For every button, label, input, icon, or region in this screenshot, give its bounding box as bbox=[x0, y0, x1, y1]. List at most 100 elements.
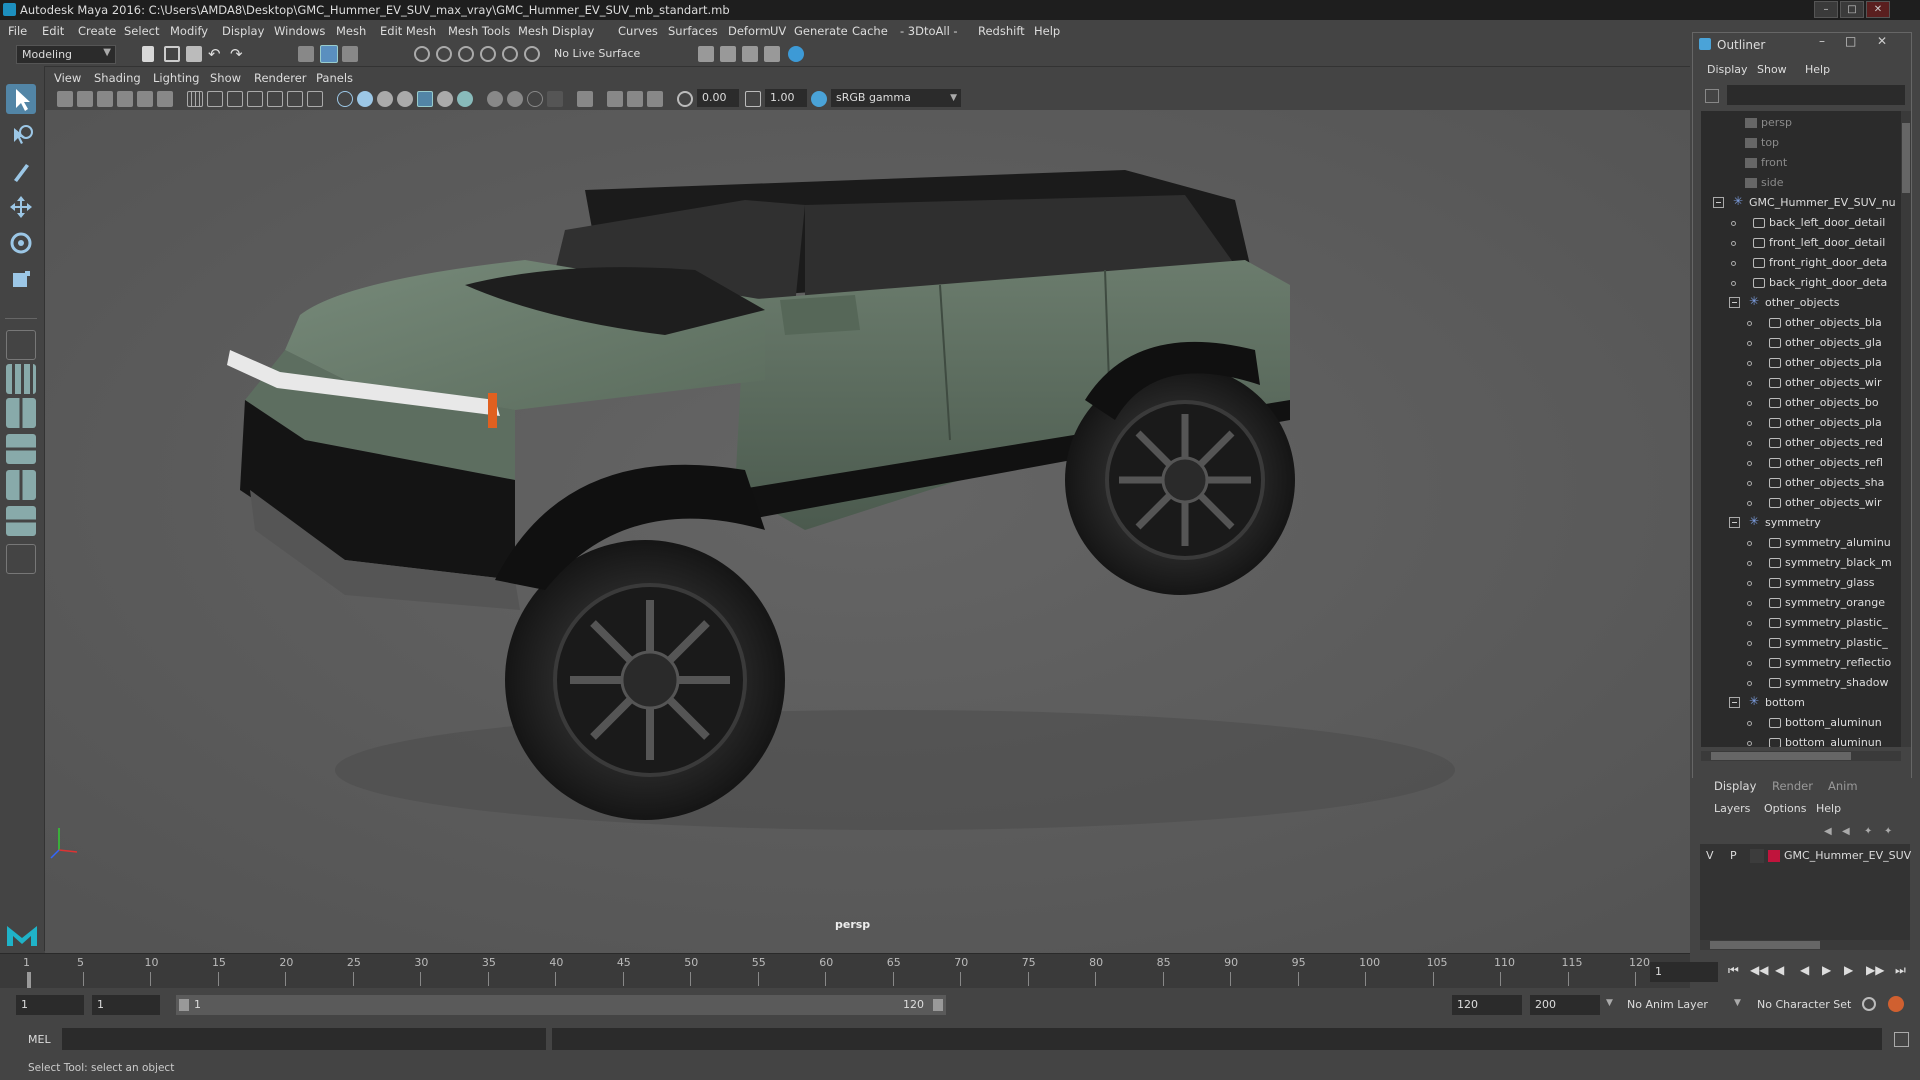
smooth-shade-icon[interactable] bbox=[357, 91, 373, 107]
menu-item-2[interactable]: Create bbox=[78, 24, 116, 38]
outliner-menu-1[interactable]: Show bbox=[1757, 63, 1787, 76]
depth-of-field-icon[interactable] bbox=[547, 91, 563, 107]
outliner-row[interactable]: other_objects_gla bbox=[1701, 333, 1901, 353]
scroll-thumb[interactable] bbox=[1902, 123, 1910, 193]
camera-attributes-icon[interactable] bbox=[77, 91, 93, 107]
animation-end-field[interactable]: 200 bbox=[1530, 995, 1600, 1015]
new-layer-selected-icon[interactable]: ✦ bbox=[1864, 826, 1872, 837]
playback-end-field[interactable]: 120 bbox=[1452, 995, 1522, 1015]
use-all-lights-icon[interactable] bbox=[437, 91, 453, 107]
select-object-icon[interactable] bbox=[320, 45, 338, 63]
chevron-down-icon[interactable]: ▼ bbox=[1606, 998, 1613, 1008]
anti-aliasing-icon[interactable] bbox=[527, 91, 543, 107]
outliner-row[interactable]: top bbox=[1701, 133, 1901, 153]
outliner-row[interactable]: front bbox=[1701, 153, 1901, 173]
isolate-select-icon[interactable] bbox=[577, 91, 593, 107]
outliner-row[interactable]: symmetry_plastic_ bbox=[1701, 613, 1901, 633]
outliner-row[interactable]: bottom_aluminun bbox=[1701, 713, 1901, 733]
range-handle-start[interactable] bbox=[179, 999, 189, 1011]
outliner-menu-0[interactable]: Display bbox=[1707, 63, 1748, 76]
layer-tab-1[interactable]: Render bbox=[1772, 779, 1813, 793]
layer-menu-2[interactable]: Help bbox=[1816, 802, 1841, 815]
scroll-thumb[interactable] bbox=[1711, 752, 1851, 760]
outliner-row[interactable]: symmetry_black_m bbox=[1701, 553, 1901, 573]
outliner-row[interactable]: bottom_aluminun bbox=[1701, 733, 1901, 747]
range-handle-end[interactable] bbox=[933, 999, 943, 1011]
shadows-icon[interactable] bbox=[457, 91, 473, 107]
snap-grid-icon[interactable] bbox=[414, 46, 430, 62]
panel-menu-3[interactable]: Show bbox=[210, 71, 241, 85]
outliner-row[interactable]: other_objects_wir bbox=[1701, 493, 1901, 513]
snap-point-icon[interactable] bbox=[458, 46, 474, 62]
single-perspective-layout-icon[interactable] bbox=[6, 330, 36, 360]
layer-color-swatch[interactable] bbox=[1768, 850, 1780, 862]
outliner-row[interactable]: persp bbox=[1701, 113, 1901, 133]
motion-blur-icon[interactable] bbox=[507, 91, 523, 107]
menu-item-0[interactable]: File bbox=[8, 24, 27, 38]
menu-item-12[interactable]: Surfaces bbox=[668, 24, 718, 38]
ambient-occlusion-icon[interactable] bbox=[487, 91, 503, 107]
persp-outliner-layout-icon[interactable] bbox=[6, 398, 36, 428]
menu-item-17[interactable]: - 3DtoAll - bbox=[900, 24, 958, 38]
persp-uv-layout-icon[interactable] bbox=[6, 506, 36, 536]
layer-horizontal-scrollbar[interactable] bbox=[1700, 940, 1910, 950]
step-back-frame-icon[interactable]: ◀ bbox=[1775, 963, 1784, 977]
minimize-button[interactable]: – bbox=[1814, 1, 1838, 18]
menu-item-3[interactable]: Select bbox=[124, 24, 159, 38]
layer-playback-toggle[interactable]: P bbox=[1730, 849, 1737, 862]
scroll-thumb[interactable] bbox=[1710, 941, 1820, 949]
outliner-maximize-button[interactable]: □ bbox=[1845, 34, 1856, 48]
xray-components-icon[interactable] bbox=[647, 91, 663, 107]
menu-item-6[interactable]: Windows bbox=[274, 24, 325, 38]
panel-menu-0[interactable]: View bbox=[54, 71, 81, 85]
play-forwards-icon[interactable]: ▶ bbox=[1822, 963, 1831, 977]
four-view-layout-icon[interactable] bbox=[6, 364, 36, 394]
time-slider[interactable]: 1 5 10 15 20 25 30 35 40 45 50 55 60 65 70 75 80 85 90 95 10… bbox=[0, 953, 1906, 988]
bookmarks-icon[interactable] bbox=[97, 91, 113, 107]
outliner-row[interactable]: other_objects_sha bbox=[1701, 473, 1901, 493]
layer-tab-0[interactable]: Display bbox=[1714, 779, 1756, 793]
menu-item-14[interactable]: UV bbox=[770, 24, 786, 38]
select-hierarchy-icon[interactable] bbox=[298, 46, 314, 62]
outliner-row[interactable]: front_right_door_deta bbox=[1701, 253, 1901, 273]
step-forward-frame-icon[interactable]: ▶ bbox=[1844, 963, 1853, 977]
outliner-row[interactable]: other_objects_pla bbox=[1701, 353, 1901, 373]
layer-tab-2[interactable]: Anim bbox=[1828, 779, 1858, 793]
current-frame-field[interactable]: 1 bbox=[1650, 962, 1718, 982]
live-surface-field[interactable]: No Live Surface bbox=[554, 47, 640, 60]
menu-item-16[interactable]: Cache bbox=[852, 24, 888, 38]
collapse-toggle-icon[interactable] bbox=[1713, 197, 1724, 208]
menu-item-18[interactable]: Redshift bbox=[978, 24, 1025, 38]
move-layer-down-icon[interactable]: ◀ bbox=[1842, 826, 1850, 837]
snap-curve-icon[interactable] bbox=[436, 46, 452, 62]
anim-layer-dropdown[interactable]: No Anim Layer bbox=[1622, 995, 1742, 1015]
grease-pencil-icon[interactable] bbox=[157, 91, 173, 107]
hypershade-layout-icon[interactable] bbox=[6, 470, 36, 500]
step-forward-key-icon[interactable]: ▶▶ bbox=[1866, 963, 1884, 977]
resolution-gate-icon[interactable] bbox=[227, 91, 243, 107]
outliner-menu-2[interactable]: Help bbox=[1805, 63, 1830, 76]
outliner-row[interactable]: other_objects_pla bbox=[1701, 413, 1901, 433]
outliner-tree[interactable]: persp top front side ✳ GMC_Hummer_EV_SUV_nu ba… bbox=[1701, 111, 1901, 747]
outliner-vertical-scrollbar[interactable] bbox=[1901, 111, 1911, 747]
new-layer-icon[interactable]: ✦ bbox=[1884, 826, 1892, 837]
animation-start-field[interactable]: 1 bbox=[16, 995, 84, 1015]
collapse-toggle-icon[interactable] bbox=[1729, 297, 1740, 308]
menu-item-1[interactable]: Edit bbox=[42, 24, 64, 38]
auto-key-icon[interactable] bbox=[1862, 997, 1876, 1011]
outliner-row[interactable]: back_left_door_detail bbox=[1701, 213, 1901, 233]
snap-view-icon[interactable] bbox=[480, 46, 496, 62]
textured-icon[interactable] bbox=[417, 91, 433, 107]
outliner-row[interactable]: symmetry_reflectio bbox=[1701, 653, 1901, 673]
ipr-render-icon[interactable] bbox=[742, 46, 758, 62]
two-d-pan-icon[interactable] bbox=[137, 91, 153, 107]
paint-select-tool-icon[interactable] bbox=[6, 156, 36, 186]
render-frame-icon[interactable] bbox=[720, 46, 736, 62]
outliner-row[interactable]: symmetry_plastic_ bbox=[1701, 633, 1901, 653]
menu-item-9[interactable]: Mesh Tools bbox=[448, 24, 510, 38]
open-scene-icon[interactable] bbox=[164, 46, 180, 62]
hypershade-icon[interactable] bbox=[788, 46, 804, 62]
exposure-field[interactable]: 0.00 bbox=[697, 89, 739, 107]
select-tool-icon[interactable] bbox=[6, 84, 36, 114]
outliner-row[interactable]: other_objects_refl bbox=[1701, 453, 1901, 473]
